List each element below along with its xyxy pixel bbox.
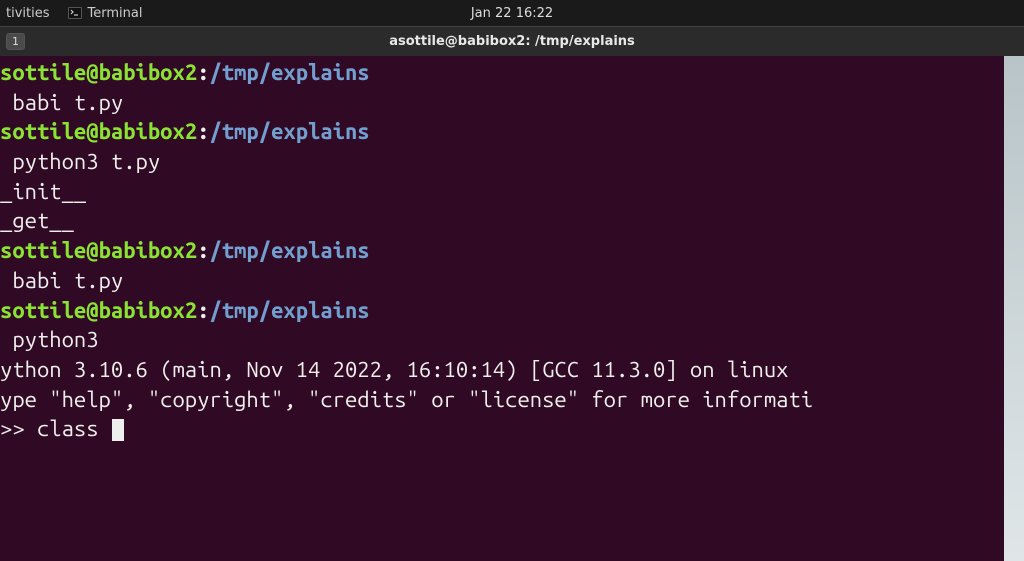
titlebar-left: 1 [0,33,25,50]
prompt-host: babibox2 [99,238,198,263]
terminal-icon [68,7,82,19]
terminal-app-label: Terminal [88,6,143,21]
output-line: ython 3.10.6 (main, Nov 14 2022, 16:10:1… [0,355,1024,385]
command-line: babi t.py [0,88,1024,118]
output-line: _init__ [0,177,1024,207]
prompt-user: sottile [0,119,86,144]
background-edge [1004,56,1024,561]
repl-input-line[interactable]: >> class [0,414,1024,444]
output-line: _get__ [0,206,1024,236]
prompt-host: babibox2 [99,119,198,144]
prompt-user: sottile [0,298,86,323]
command-line: python3 [0,325,1024,355]
prompt-host: babibox2 [99,60,198,85]
activities-label: tivities [6,6,50,21]
prompt-host: babibox2 [99,298,198,323]
prompt-line: sottile@babibox2:/tmp/explains [0,296,1024,326]
window-title: asottile@babibox2: /tmp/explains [389,34,635,49]
terminal-body[interactable]: sottile@babibox2:/tmp/explains babi t.py… [0,56,1024,561]
prompt-line: sottile@babibox2:/tmp/explains [0,58,1024,88]
topbar-left: tivities Terminal [0,6,142,21]
prompt-line: sottile@babibox2:/tmp/explains [0,236,1024,266]
prompt-path: /tmp/explains [209,238,369,263]
prompt-line: sottile@babibox2:/tmp/explains [0,117,1024,147]
activities-button[interactable]: tivities [6,6,50,21]
output-line: ype "help", "copyright", "credits" or "l… [0,385,1024,415]
command-line: babi t.py [0,266,1024,296]
command-line: python3 t.py [0,147,1024,177]
gnome-topbar: tivities Terminal Jan 22 16:22 [0,0,1024,26]
terminal-app-menu[interactable]: Terminal [68,6,143,21]
clock-text: Jan 22 16:22 [471,6,553,21]
prompt-path: /tmp/explains [209,60,369,85]
prompt-user: sottile [0,238,86,263]
window-titlebar: 1 asottile@babibox2: /tmp/explains [0,26,1024,56]
prompt-user: sottile [0,60,86,85]
clock[interactable]: Jan 22 16:22 [471,6,553,21]
prompt-path: /tmp/explains [209,119,369,144]
prompt-path: /tmp/explains [209,298,369,323]
cursor [112,419,124,441]
tab-badge[interactable]: 1 [6,33,25,50]
